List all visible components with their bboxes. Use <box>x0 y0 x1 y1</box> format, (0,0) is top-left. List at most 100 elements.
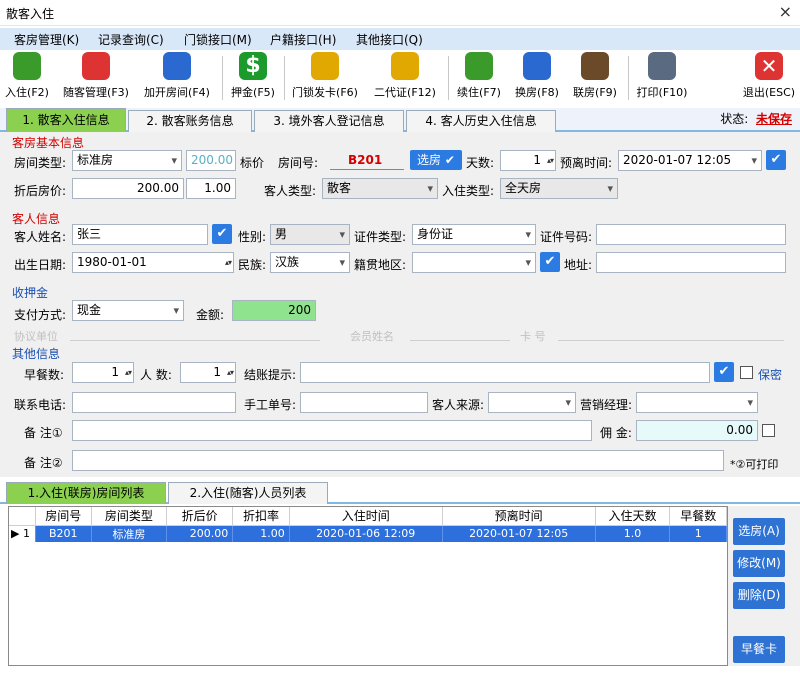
phone-label: 联系电话: <box>14 398 67 412</box>
days-stepper[interactable]: 1 <box>500 150 556 171</box>
menu-census[interactable]: 户籍接口(H) <box>270 31 336 48</box>
col-room-type[interactable]: 房间类型 <box>91 507 167 526</box>
select-room-side-button[interactable]: 选房(A) <box>733 518 785 545</box>
discount-price-input[interactable]: 200.00 <box>72 178 184 199</box>
bottom-tabs: 1.入住(联房)房间列表 2.入住(随客)人员列表 <box>0 482 800 504</box>
checkout-tip-input[interactable] <box>300 362 710 383</box>
guest-name-input[interactable]: 张三 <box>72 224 208 245</box>
departure-datetime[interactable]: 2020-01-07 12:05 <box>618 150 762 171</box>
status-indicator: 状态: 未保存 <box>720 112 792 126</box>
extend-stay-button[interactable]: 续住(F7) <box>454 52 504 104</box>
add-room-button[interactable]: 加开房间(F4) <box>140 52 214 104</box>
checkout-tip-check-icon[interactable]: ✔ <box>714 362 734 382</box>
commission-input[interactable]: 0.00 <box>636 420 758 441</box>
main-tabs: 1. 散客入住信息 2. 散客账务信息 3. 境外客人登记信息 4. 客人历史入… <box>0 108 800 132</box>
guest-mgmt-button[interactable]: 随客管理(F3) <box>58 52 134 104</box>
checkin-form: 客房基本信息 房间类型: 标准房 200.00 标价 房间号: B201 选房 … <box>0 132 800 477</box>
guest-type-select[interactable]: 散客 <box>322 178 438 199</box>
id-number-input[interactable] <box>596 224 786 245</box>
origin-select[interactable] <box>412 252 536 273</box>
checkin-type-select[interactable]: 全天房 <box>500 178 618 199</box>
printable-hint: *②可打印 <box>730 458 779 471</box>
issue-card-button[interactable]: 门锁发卡(F6) <box>290 52 360 104</box>
tab-person-list[interactable]: 2.入住(随客)人员列表 <box>168 482 328 504</box>
secret-checkbox[interactable] <box>740 366 753 379</box>
edit-button[interactable]: 修改(M) <box>733 550 785 577</box>
swap-person-icon <box>523 52 551 80</box>
delete-button[interactable]: 删除(D) <box>733 582 785 609</box>
checkout-tip-label: 结账提示: <box>244 368 297 382</box>
col-discount-rate[interactable]: 折扣率 <box>232 507 290 526</box>
birth-date-input[interactable]: 1980-01-01 <box>72 252 234 273</box>
origin-check-icon[interactable]: ✔ <box>540 252 560 272</box>
col-discount-price[interactable]: 折后价 <box>166 507 234 526</box>
note1-input[interactable] <box>72 420 592 441</box>
people-stepper[interactable]: 1 <box>180 362 236 383</box>
confirm-departure-icon[interactable]: ✔ <box>766 150 786 170</box>
select-room-button[interactable]: 选房 ✔ <box>410 150 462 170</box>
manual-order-input[interactable] <box>300 392 428 413</box>
col-checkin-time[interactable]: 入住时间 <box>289 507 443 526</box>
print-button[interactable]: 打印(F10) <box>634 52 690 104</box>
tab-history[interactable]: 4. 客人历史入住信息 <box>406 110 556 132</box>
checkin-window: 散客入住 × 客房管理(K) 记录查询(C) 门锁接口(M) 户籍接口(H) 其… <box>0 0 800 673</box>
exit-button[interactable]: ✕ 退出(ESC) <box>740 52 798 104</box>
col-breakfast[interactable]: 早餐数 <box>669 507 727 526</box>
deposit-button[interactable]: $ 押金(F5) <box>228 52 278 104</box>
id-keys-icon <box>391 52 419 80</box>
id-number-label: 证件号码: <box>540 230 593 244</box>
note2-input[interactable] <box>72 450 724 471</box>
deposit-amount-input[interactable]: 200 <box>232 300 316 321</box>
room-number-value: B201 <box>348 153 383 167</box>
guest-name-label: 客人姓名: <box>14 230 67 244</box>
menu-records[interactable]: 记录查询(C) <box>98 31 164 48</box>
nation-label: 民族: <box>238 258 267 272</box>
note2-label: 备 注② <box>24 456 63 470</box>
dollar-icon: $ <box>239 52 267 80</box>
tab-checkin-info[interactable]: 1. 散客入住信息 <box>6 108 126 132</box>
room-type-select[interactable]: 标准房 <box>72 150 182 171</box>
breakfast-stepper[interactable]: 1 <box>72 362 134 383</box>
cell-discount-rate: 1.00 <box>232 525 290 542</box>
member-name-label: 会员姓名 <box>350 330 394 343</box>
key-card-icon <box>311 52 339 80</box>
checkin-button[interactable]: 入住(F2) <box>2 52 52 104</box>
guest-card-add-icon <box>82 52 110 80</box>
close-icon[interactable]: × <box>779 2 792 21</box>
menu-other[interactable]: 其他接口(Q) <box>356 31 423 48</box>
printer-icon <box>648 52 676 80</box>
agreement-unit-label: 协议单位 <box>14 330 58 343</box>
add-person-icon <box>465 52 493 80</box>
table-row[interactable]: ▶ 1 B201 标准房 200.00 1.00 2020-01-06 12:0… <box>9 525 727 542</box>
guest-source-select[interactable] <box>488 392 576 413</box>
discount-rate-input[interactable]: 1.00 <box>186 178 236 199</box>
change-room-button[interactable]: 换房(F8) <box>512 52 562 104</box>
menu-lock[interactable]: 门锁接口(M) <box>184 31 252 48</box>
gender-select[interactable]: 男 <box>270 224 350 245</box>
toolbar-separator <box>448 56 449 100</box>
id-type-select[interactable]: 身份证 <box>412 224 536 245</box>
commission-checkbox[interactable] <box>762 424 775 437</box>
col-room-no[interactable]: 房间号 <box>35 507 93 526</box>
cell-departure-time: 2020-01-07 12:05 <box>442 525 596 542</box>
toolbar-separator <box>222 56 223 100</box>
agreement-unit-line <box>70 340 320 341</box>
col-departure-time[interactable]: 预离时间 <box>442 507 596 526</box>
payment-method-select[interactable]: 现金 <box>72 300 184 321</box>
guest-name-check-icon[interactable]: ✔ <box>212 224 232 244</box>
gender-label: 性别: <box>238 230 267 244</box>
tab-room-list[interactable]: 1.入住(联房)房间列表 <box>6 482 166 504</box>
address-input[interactable] <box>596 252 786 273</box>
link-room-button[interactable]: 联房(F9) <box>570 52 620 104</box>
room-list-grid: 房间号 房间类型 折后价 折扣率 入住时间 预离时间 入住天数 早餐数 ▶ 1 … <box>8 506 728 666</box>
tab-foreign-guest[interactable]: 3. 境外客人登记信息 <box>254 110 404 132</box>
phone-input[interactable] <box>72 392 236 413</box>
tab-billing-info[interactable]: 2. 散客账务信息 <box>128 110 252 132</box>
menu-room-mgmt[interactable]: 客房管理(K) <box>14 31 79 48</box>
card-number-label: 卡 号 <box>520 330 546 343</box>
col-days[interactable]: 入住天数 <box>595 507 671 526</box>
breakfast-card-button[interactable]: 早餐卡 <box>733 636 785 663</box>
sales-manager-select[interactable] <box>636 392 758 413</box>
id-card-button[interactable]: 二代证(F12) <box>370 52 440 104</box>
nation-select[interactable]: 汉族 <box>270 252 350 273</box>
